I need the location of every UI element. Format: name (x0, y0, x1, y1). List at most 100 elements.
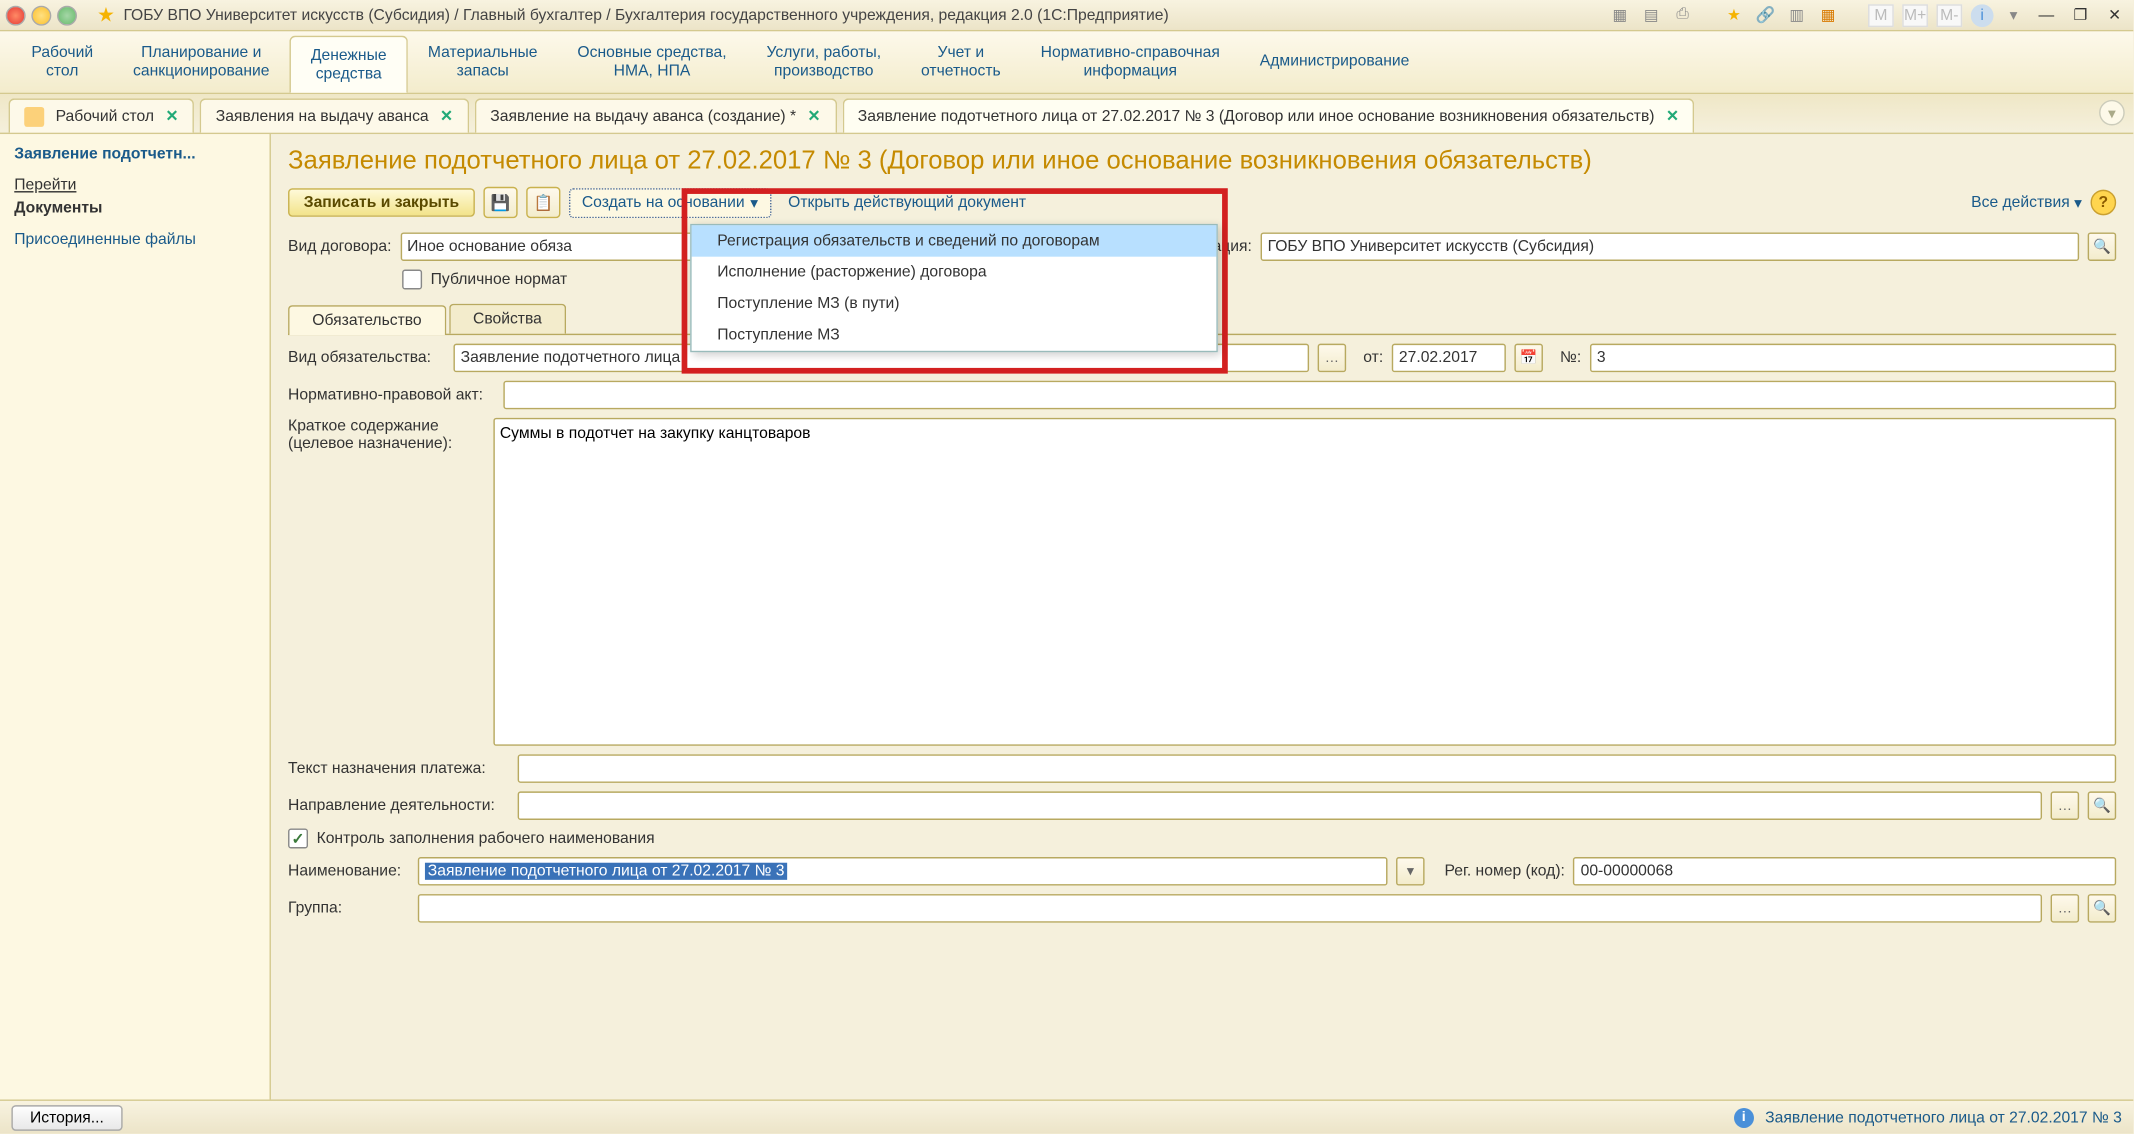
control-checkbox[interactable] (288, 829, 308, 849)
tab-application-3[interactable]: Заявление подотчетного лица от 27.02.201… (842, 98, 1695, 132)
select-button[interactable]: … (2051, 894, 2080, 923)
star-icon[interactable]: ★ (97, 3, 115, 27)
search-button[interactable]: 🔍 (2088, 894, 2117, 923)
activity-input[interactable] (518, 791, 2042, 820)
menu-admin[interactable]: Администрирование (1240, 31, 1430, 92)
tab-bar: Рабочий стол✕ Заявления на выдачу аванса… (0, 94, 2133, 134)
tab-application-create[interactable]: Заявление на выдачу аванса (создание) *✕ (475, 98, 837, 132)
save-icon[interactable]: 💾 (483, 187, 517, 218)
org-input[interactable]: ГОБУ ВПО Университет искусств (Субсидия) (1260, 232, 2079, 261)
tab-applications[interactable]: Заявления на выдачу аванса✕ (200, 98, 469, 132)
public-npa-checkbox[interactable] (402, 270, 422, 290)
titlebar: ★ ГОБУ ВПО Университет искусств (Субсиди… (0, 0, 2133, 31)
favorite-icon[interactable]: ★ (1723, 4, 1746, 27)
history-button[interactable]: История... (11, 1104, 122, 1130)
npa-input[interactable] (503, 381, 2116, 410)
dropdown-icon[interactable]: ▾ (2002, 4, 2025, 27)
print-icon[interactable]: ⎙ (1671, 4, 1694, 27)
sidebar-files[interactable]: Присоединенные файлы (14, 231, 255, 248)
dd-item-receipt-transit[interactable]: Поступление МЗ (в пути) (692, 288, 1217, 319)
summary-label-2: (целевое назначение): (288, 435, 452, 452)
desktop-icon (24, 106, 44, 126)
main-menu: Рабочийстол Планирование исанкционирован… (0, 31, 2133, 94)
tab-close-icon[interactable]: ✕ (1666, 107, 1679, 126)
reg-input[interactable]: 00-00000068 (1573, 857, 2116, 886)
toolbar-icon[interactable]: ▦ (1609, 4, 1632, 27)
info-icon: i (1734, 1107, 1754, 1127)
menu-services[interactable]: Услуги, работы,производство (747, 31, 902, 92)
list-icon[interactable]: 📋 (526, 187, 560, 218)
menu-materials[interactable]: Материальныезапасы (408, 31, 557, 92)
group-label: Группа: (288, 900, 409, 917)
tab-properties[interactable]: Свойства (449, 304, 566, 334)
name-input[interactable]: Заявление подотчетного лица от 27.02.201… (418, 857, 1388, 886)
calculator-icon[interactable]: ▥ (1785, 4, 1808, 27)
reg-label: Рег. номер (код): (1445, 863, 1565, 880)
all-actions-button[interactable]: Все действия▾ (1971, 193, 2082, 212)
dropdown-button[interactable]: ▾ (1396, 857, 1425, 886)
public-npa-label: Публичное нормат (431, 271, 568, 288)
npa-label: Нормативно-правовой акт: (288, 386, 495, 403)
chevron-down-icon: ▾ (750, 193, 758, 212)
tabs-more-button[interactable]: ▾ (2099, 100, 2125, 126)
contract-type-label: Вид договора: (288, 238, 391, 255)
select-button[interactable]: … (1318, 344, 1347, 373)
window-title: ГОБУ ВПО Университет искусств (Субсидия)… (123, 6, 1608, 23)
tab-close-icon[interactable]: ✕ (440, 107, 453, 126)
window-button[interactable] (31, 5, 51, 25)
save-close-button[interactable]: Записать и закрыть (288, 188, 475, 217)
create-based-dropdown: Регистрация обязательств и сведений по д… (690, 224, 1218, 352)
content: Заявление подотчетного лица от 27.02.201… (271, 134, 2133, 1099)
select-button[interactable]: … (2051, 791, 2080, 820)
date-label: от: (1363, 349, 1383, 366)
name-label: Наименование: (288, 863, 409, 880)
number-label: №: (1560, 349, 1581, 366)
page-title: Заявление подотчетного лица от 27.02.201… (288, 145, 2116, 175)
summary-label-1: Краткое содержание (288, 418, 439, 435)
tab-obligation[interactable]: Обязательство (288, 305, 446, 335)
activity-label: Направление деятельности: (288, 797, 509, 814)
menu-planning[interactable]: Планирование исанкционирование (113, 31, 289, 92)
window-button[interactable] (57, 5, 77, 25)
statusbar: История... i Заявление подотчетного лица… (0, 1099, 2133, 1133)
tab-desktop[interactable]: Рабочий стол✕ (9, 98, 195, 132)
obligation-type-label: Вид обязательства: (288, 349, 445, 366)
chevron-down-icon: ▾ (2074, 193, 2082, 212)
open-active-doc-link[interactable]: Открыть действующий документ (780, 190, 1035, 216)
payment-text-input[interactable] (518, 754, 2117, 783)
dd-item-execution[interactable]: Исполнение (расторжение) договора (692, 257, 1217, 288)
sidebar: Заявление подотчетн... Перейти Документы… (0, 134, 271, 1099)
menu-reference[interactable]: Нормативно-справочнаяинформация (1021, 31, 1240, 92)
menu-desktop[interactable]: Рабочийстол (11, 31, 113, 92)
summary-textarea[interactable] (493, 418, 2116, 746)
dd-item-registration[interactable]: Регистрация обязательств и сведений по д… (692, 225, 1217, 256)
help-icon[interactable]: i (1971, 4, 1994, 27)
number-input[interactable]: 3 (1590, 344, 2116, 373)
search-button[interactable]: 🔍 (2088, 791, 2117, 820)
link-icon[interactable]: 🔗 (1754, 4, 1777, 27)
sidebar-docs[interactable]: Документы (14, 200, 255, 217)
create-based-button[interactable]: Создать на основании▾ (569, 188, 771, 218)
status-text: Заявление подотчетного лица от 27.02.201… (1765, 1109, 2122, 1126)
calendar-icon[interactable]: ▦ (1817, 4, 1840, 27)
menu-accounting[interactable]: Учет иотчетность (901, 31, 1021, 92)
app-icon-1c[interactable] (6, 5, 26, 25)
m-plus-button[interactable]: M+ (1902, 4, 1928, 27)
close-button[interactable]: ✕ (2102, 5, 2128, 25)
calendar-icon[interactable]: 📅 (1514, 344, 1543, 373)
tab-close-icon[interactable]: ✕ (808, 107, 821, 126)
group-input[interactable] (418, 894, 2042, 923)
menu-cash[interactable]: Денежныесредства (289, 36, 407, 93)
search-button[interactable]: 🔍 (2088, 232, 2117, 261)
dd-item-receipt[interactable]: Поступление МЗ (692, 319, 1217, 350)
menu-assets[interactable]: Основные средства,НМА, НПА (557, 31, 746, 92)
maximize-button[interactable]: ❐ (2068, 5, 2094, 25)
m-minus-button[interactable]: M- (1937, 4, 1963, 27)
help-button[interactable]: ? (2091, 190, 2117, 216)
m-button[interactable]: M (1868, 4, 1894, 27)
toolbar-icon[interactable]: ▤ (1640, 4, 1663, 27)
minimize-button[interactable]: — (2033, 5, 2059, 25)
date-input[interactable]: 27.02.2017 (1392, 344, 1506, 373)
tab-close-icon[interactable]: ✕ (166, 107, 179, 126)
sidebar-nav[interactable]: Перейти (14, 177, 255, 194)
